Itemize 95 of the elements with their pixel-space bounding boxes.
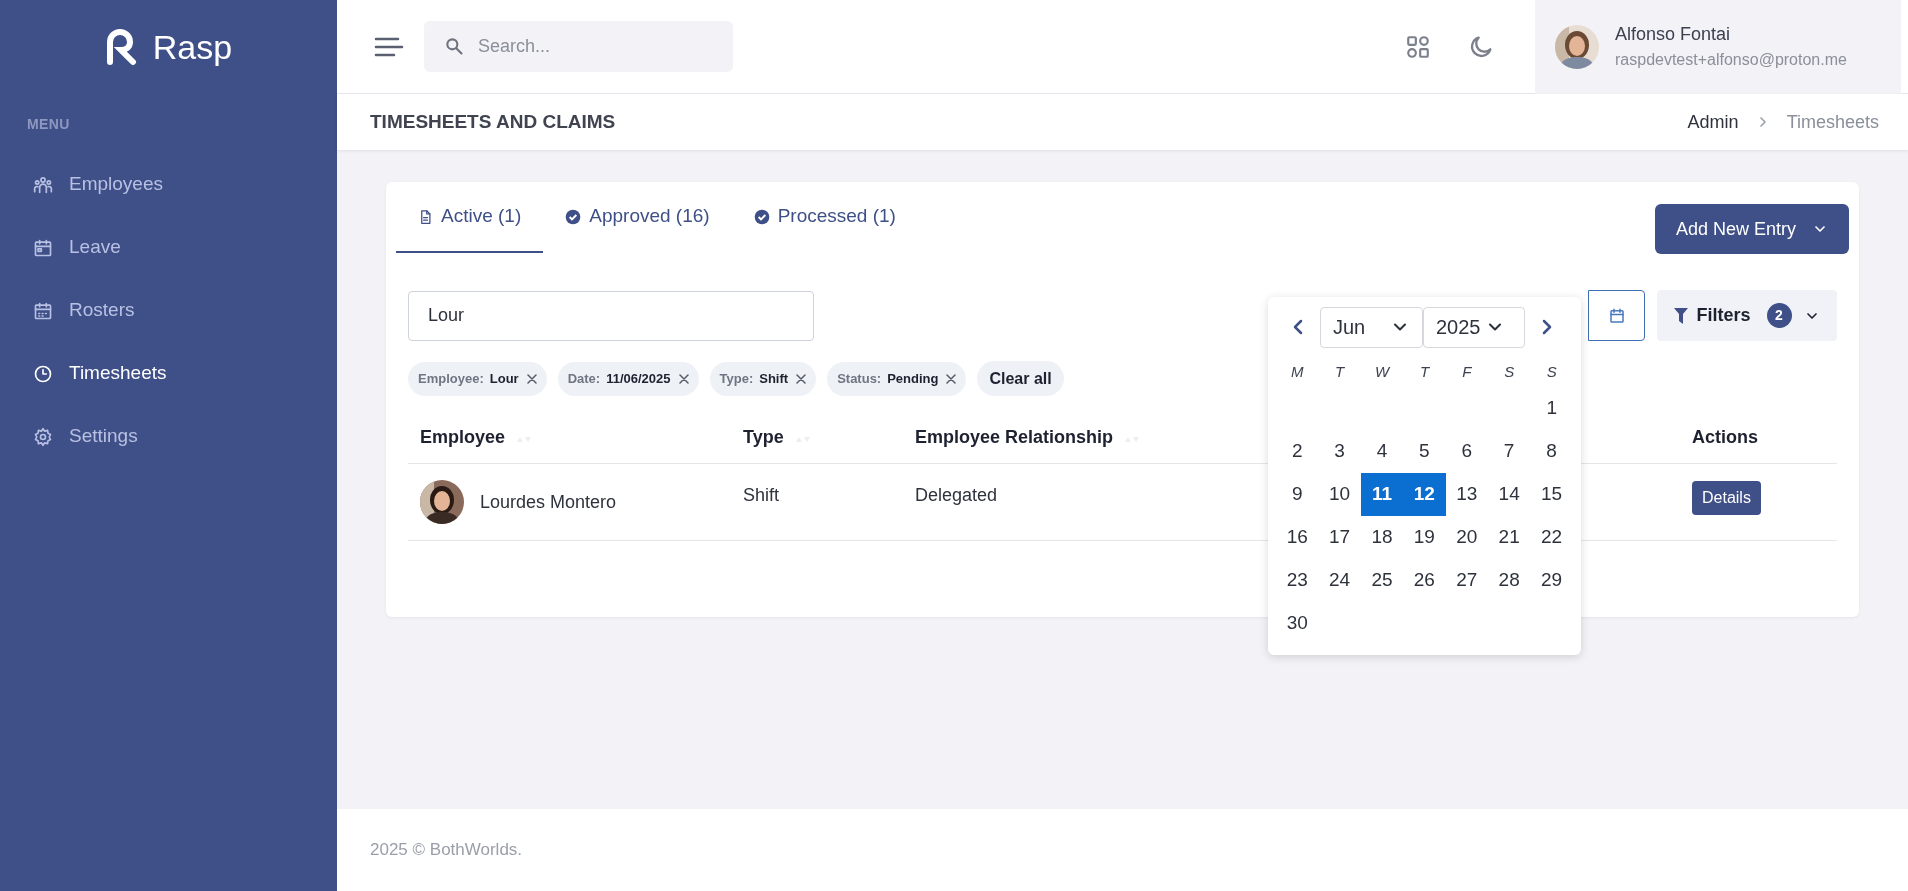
calendar-day[interactable]: 15 — [1530, 473, 1573, 516]
filter-count-badge: 2 — [1766, 303, 1792, 328]
sidebar-item[interactable]: Rosters — [0, 279, 337, 342]
chip-value: 11/06/2025 — [606, 369, 671, 388]
search-icon — [444, 36, 464, 56]
sidebar-item[interactable]: Timesheets — [0, 342, 337, 405]
tab[interactable]: Active (1) — [396, 182, 544, 253]
close-icon[interactable] — [796, 373, 807, 384]
calendar-day[interactable]: 23 — [1276, 559, 1319, 602]
weekday-label: M — [1289, 361, 1305, 382]
calendar-icon — [1607, 306, 1626, 325]
column-header: Employee — [420, 424, 532, 451]
search-field[interactable]: Search... — [424, 21, 733, 72]
clock-icon — [33, 363, 53, 384]
table-cell: Delegated — [915, 485, 998, 505]
details-button[interactable]: Details — [1692, 481, 1761, 515]
close-icon[interactable] — [526, 373, 537, 384]
calendar-day[interactable]: 20 — [1445, 516, 1488, 559]
chip-label: Status: — [837, 369, 882, 388]
calendar-day[interactable]: 26 — [1403, 559, 1446, 602]
calendar-day[interactable]: 11 — [1360, 473, 1404, 516]
calendar-day[interactable]: 22 — [1530, 516, 1573, 559]
page-title: TIMESHEETS AND CLAIMS — [370, 109, 616, 134]
chip-label: Employee: — [418, 369, 484, 388]
user-name: Alfonso Fontai — [1615, 23, 1732, 46]
calendar-day[interactable]: 13 — [1445, 473, 1488, 516]
calendar-day[interactable]: 5 — [1403, 430, 1446, 473]
calendar-day[interactable]: 8 — [1530, 430, 1573, 473]
calendar-day[interactable]: 27 — [1445, 559, 1488, 602]
calendar-day[interactable]: 25 — [1360, 559, 1404, 602]
sidebar-item[interactable]: Employees — [0, 153, 337, 216]
weekday-label: S — [1503, 361, 1516, 382]
column-header: Type — [743, 424, 810, 451]
settings-icon — [33, 426, 53, 447]
calendar-day[interactable]: 28 — [1487, 559, 1531, 602]
chip-value: Lour — [489, 369, 519, 388]
close-icon[interactable] — [946, 373, 957, 384]
chip-value: Shift — [759, 369, 789, 388]
calendar-day[interactable]: 24 — [1318, 559, 1361, 602]
tab[interactable]: Processed (1) — [731, 182, 918, 253]
check-circle-icon — [565, 208, 582, 225]
chip-label: Type: — [719, 369, 754, 388]
sidebar-item[interactable]: Leave — [0, 216, 337, 279]
calendar-day[interactable]: 7 — [1487, 430, 1531, 473]
user-menu[interactable]: Alfonso Fontai raspdevtest+alfonso@proton.me — [1535, 0, 1901, 94]
column-header: Actions — [1692, 426, 1758, 449]
calendar-button[interactable] — [1588, 290, 1645, 341]
chip-value: Pending — [887, 369, 939, 388]
calendar-day[interactable]: 10 — [1318, 473, 1361, 516]
grid-icon[interactable] — [1405, 33, 1431, 60]
calendar-day[interactable]: 29 — [1530, 559, 1573, 602]
calendar-day[interactable]: 2 — [1276, 430, 1319, 473]
logo-text: Rasp — [152, 26, 233, 68]
breadcrumb-link[interactable]: Admin — [1687, 108, 1739, 136]
calendar-day[interactable]: 16 — [1276, 516, 1319, 559]
chip-label: Date: — [567, 369, 601, 388]
close-icon[interactable] — [678, 373, 689, 384]
month-select[interactable]: Jun — [1320, 306, 1423, 348]
calendar-day[interactable]: 19 — [1403, 516, 1446, 559]
calendar-day[interactable]: 30 — [1276, 602, 1319, 645]
calendar-day[interactable]: 9 — [1276, 473, 1319, 516]
calendar-day[interactable]: 4 — [1360, 430, 1404, 473]
calendar-day[interactable]: 6 — [1445, 430, 1488, 473]
user-email: raspdevtest+alfonso@proton.me — [1615, 50, 1847, 70]
weekday-label: F — [1461, 361, 1473, 382]
calendar-day[interactable]: 18 — [1360, 516, 1404, 559]
footer-text: 2025 © BothWorlds. — [370, 839, 523, 862]
add-new-entry-button[interactable]: Add New Entry — [1654, 204, 1849, 254]
column-header: Employee Relationship — [915, 424, 1140, 451]
check-circle-icon — [753, 208, 770, 225]
calendar-day[interactable]: 17 — [1318, 516, 1361, 559]
clear-all-button[interactable]: Clear all — [977, 361, 1064, 396]
weekday-label: S — [1545, 361, 1558, 382]
calendar-icon — [33, 300, 53, 321]
sidebar-item[interactable]: Settings — [0, 405, 337, 468]
calendar-day[interactable]: 21 — [1487, 516, 1531, 559]
calendar-day[interactable]: 12 — [1403, 473, 1446, 516]
tab[interactable]: Approved (16) — [543, 182, 732, 253]
weekday-label: T — [1334, 361, 1346, 382]
filters-button[interactable]: Filters 2 — [1657, 290, 1837, 341]
calendar-day[interactable]: 14 — [1487, 473, 1531, 516]
weekday-label: T — [1418, 361, 1431, 382]
table-cell-text: Lourdes Montero — [480, 490, 617, 514]
logo-icon — [104, 28, 137, 66]
calendar-icon — [33, 237, 53, 258]
document-icon — [418, 208, 433, 225]
year-select[interactable]: 2025 — [1423, 306, 1525, 348]
employee-search-field[interactable]: Lour — [408, 290, 814, 341]
menu-heading: MENU — [26, 115, 71, 134]
calendar-day[interactable]: 3 — [1318, 430, 1361, 473]
weekday-label: W — [1373, 361, 1391, 382]
calendar-day[interactable]: 1 — [1530, 387, 1573, 430]
table-cell: Shift — [743, 485, 780, 505]
filter-icon — [1674, 307, 1689, 324]
people-icon — [33, 174, 53, 195]
